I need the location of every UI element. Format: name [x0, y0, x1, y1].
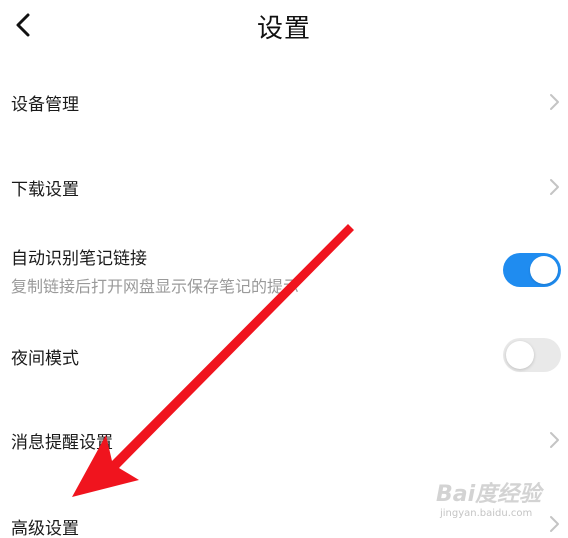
settings-item-label: 设备管理: [11, 95, 79, 115]
watermark-brand: Bai度经验: [436, 482, 542, 507]
settings-item-label: 消息提醒设置: [11, 433, 113, 453]
header-bar: 设置: [0, 0, 568, 52]
settings-item-label: 夜间模式: [11, 349, 79, 369]
chevron-right-icon: [550, 179, 559, 195]
settings-item-label: 高级设置: [11, 519, 79, 538]
settings-item-label: 下载设置: [11, 180, 79, 200]
settings-item-download-settings[interactable]: 下载设置: [0, 164, 568, 208]
toggle-knob: [530, 256, 558, 284]
settings-screen: 设置 设备管理 下载设置 自动识别笔记链接 复制链接后打开网盘显示保存笔记的提示…: [0, 0, 568, 538]
settings-item-label: 自动识别笔记链接: [11, 249, 147, 269]
settings-item-device-management[interactable]: 设备管理: [0, 80, 568, 124]
chevron-right-icon: [550, 432, 559, 448]
settings-item-night-mode: 夜间模式: [0, 334, 568, 378]
watermark: Bai度经验 jingyan.baidu.com: [436, 476, 556, 524]
toggle-knob: [506, 341, 534, 369]
chevron-right-icon: [550, 94, 559, 110]
auto-detect-toggle[interactable]: [503, 253, 561, 287]
settings-item-notification-settings[interactable]: 消息提醒设置: [0, 418, 568, 462]
settings-item-auto-detect-note-link: 自动识别笔记链接 复制链接后打开网盘显示保存笔记的提示: [0, 236, 568, 300]
watermark-url: jingyan.baidu.com: [440, 508, 533, 519]
settings-item-description: 复制链接后打开网盘显示保存笔记的提示: [11, 277, 300, 296]
night-mode-toggle[interactable]: [503, 338, 561, 372]
page-title: 设置: [256, 14, 311, 44]
